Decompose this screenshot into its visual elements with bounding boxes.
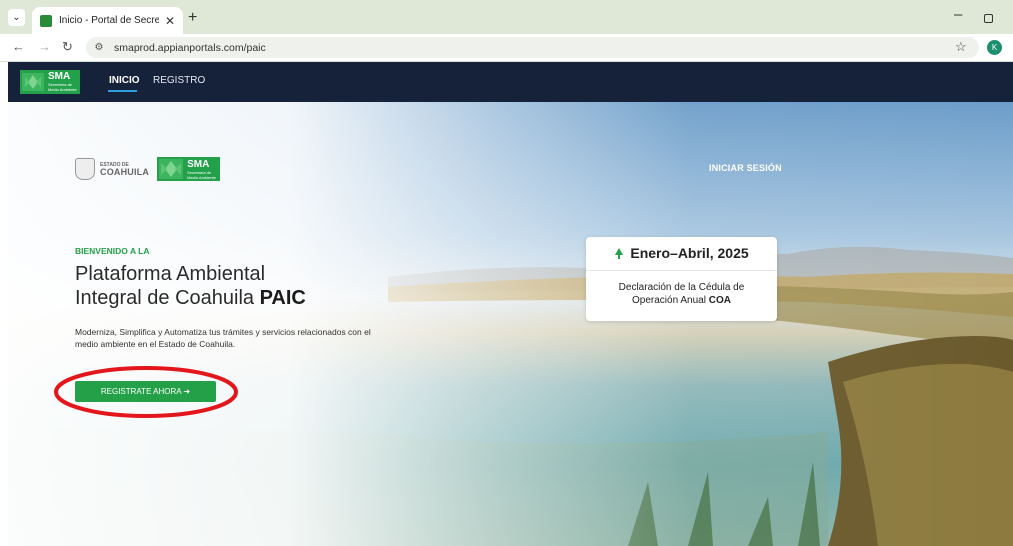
card-description: Declaración de la Cédula de Operación An…: [586, 281, 777, 307]
hero-logo-text: SMA: [187, 159, 210, 170]
hero-sma-logo: SMA Secretaría de Medio Ambiente: [157, 157, 221, 181]
active-nav-indicator: [108, 90, 137, 92]
new-tab-icon[interactable]: +: [188, 9, 197, 27]
card-text-line-2: Operación Anual: [632, 295, 706, 306]
login-link[interactable]: INICIAR SESIÓN: [709, 163, 782, 173]
navbar-logo-text: SMA: [48, 71, 71, 82]
sma-leaf-mark-icon: [159, 159, 184, 179]
hero-logo-subtitle: Secretaría de Medio Ambiente: [187, 170, 216, 180]
restore-window-icon[interactable]: [984, 14, 993, 23]
browser-tabstrip: ⌄ Inicio - Portal de Secretaría de ✕ + –: [0, 0, 1013, 34]
card-text-bold: COA: [708, 295, 731, 306]
welcome-label: BIENVENIDO A LA: [75, 246, 150, 256]
back-arrow-icon[interactable]: ←: [12, 39, 25, 54]
nav-link-inicio[interactable]: INICIO: [109, 75, 140, 86]
card-text-line-1: Declaración de la Cédula de: [618, 282, 745, 293]
coahuila-crest-icon: [75, 158, 95, 180]
red-annotation-ellipse: [54, 366, 238, 418]
navbar-sma-logo[interactable]: SMA Secretaría de Medio Ambiente: [20, 70, 80, 94]
hero-logos: ESTADO DE COAHUILA SMA Secretaría de Med…: [75, 157, 221, 181]
headline-line-1: Plataforma Ambiental: [75, 263, 266, 285]
coahuila-text: COAHUILA: [100, 166, 150, 177]
headline-acronym: PAIC: [259, 287, 306, 309]
site-info-icon[interactable]: ⚙: [92, 42, 106, 53]
card-divider: [586, 270, 777, 271]
url-text[interactable]: smaprod.appianportals.com/paic: [114, 42, 266, 54]
tab-search-menu-icon[interactable]: ⌄: [8, 9, 25, 26]
card-date-range: Enero–Abril, 2025: [630, 245, 749, 261]
reload-icon[interactable]: ↻: [62, 39, 73, 55]
hero-description: Moderniza, Simplifica y Automatiza tus t…: [75, 327, 371, 349]
coahuila-logo: ESTADO DE COAHUILA: [75, 158, 149, 180]
card-title: Enero–Abril, 2025: [586, 245, 777, 261]
hero-section: ESTADO DE COAHUILA SMA Secretaría de Med…: [8, 102, 1013, 546]
address-bar[interactable]: ⚙ smaprod.appianportals.com/paic: [86, 37, 979, 58]
profile-avatar[interactable]: K: [987, 40, 1002, 55]
browser-tab[interactable]: Inicio - Portal de Secretaría de ✕: [32, 7, 183, 34]
coa-info-card: Enero–Abril, 2025 Declaración de la Cédu…: [586, 237, 777, 321]
page-headline: Plataforma Ambiental Integral de Coahuil…: [75, 262, 435, 310]
headline-line-2: Integral de Coahuila: [75, 287, 255, 309]
nav-link-registro[interactable]: REGISTRO: [153, 75, 205, 86]
forward-arrow-icon[interactable]: →: [38, 39, 51, 54]
favicon-icon: [40, 14, 52, 27]
tab-title: Inicio - Portal de Secretaría de: [59, 15, 159, 26]
minimize-window-icon[interactable]: –: [954, 6, 962, 23]
browser-toolbar: ← → ↻ ⚙ smaprod.appianportals.com/paic ☆…: [0, 34, 1013, 62]
site-navbar: SMA Secretaría de Medio Ambiente INICIO …: [8, 62, 1013, 102]
navbar-logo-subtitle: Secretaría de Medio Ambiente: [48, 82, 77, 92]
bookmark-star-icon[interactable]: ☆: [955, 39, 967, 55]
tree-icon: [615, 247, 624, 259]
tab-close-icon[interactable]: ✕: [165, 14, 175, 28]
sma-leaf-mark-icon: [22, 73, 44, 91]
